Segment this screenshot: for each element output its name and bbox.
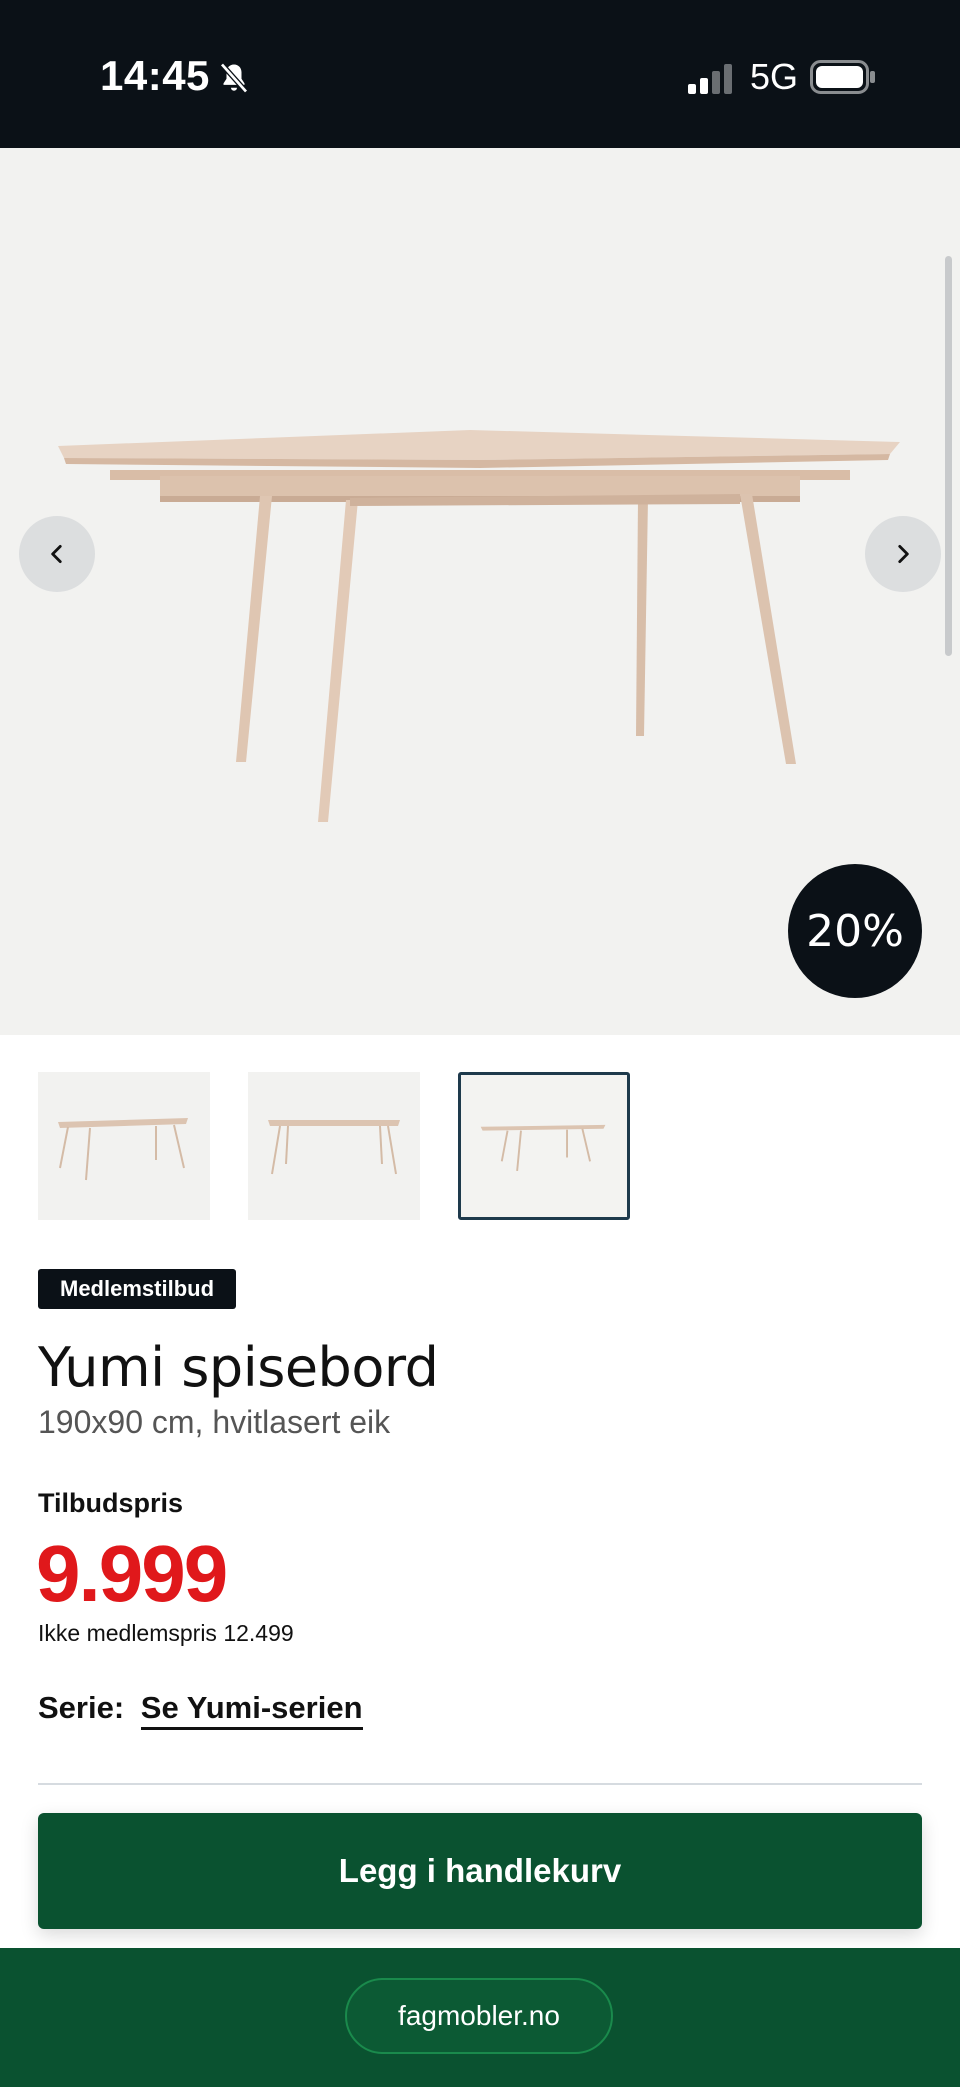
battery-icon: [810, 60, 875, 94]
series-label: Serie:: [38, 1690, 125, 1725]
browser-footer: fagmobler.no: [0, 1948, 960, 2087]
previous-image-button[interactable]: [19, 516, 95, 592]
network-label: 5G: [750, 56, 799, 97]
thumbnail-1[interactable]: [38, 1072, 210, 1220]
product-subtitle: 190x90 cm, hvitlasert eik: [38, 1404, 391, 1440]
thumbnail-2[interactable]: [248, 1072, 420, 1220]
thumbnail-image: [58, 1118, 188, 1181]
offer-price: 9.999: [36, 1529, 228, 1618]
chevron-right-icon: [898, 545, 909, 563]
discount-badge: 20%: [788, 864, 922, 998]
price-label: Tilbudspris: [38, 1488, 184, 1518]
product-title: Yumi spisebord: [38, 1336, 439, 1399]
product-image: [58, 430, 900, 822]
thumbnail-image: [480, 1124, 606, 1172]
add-to-cart-button[interactable]: Legg i handlekurv: [38, 1813, 922, 1929]
regular-price: Ikke medlemspris 12.499: [38, 1620, 294, 1646]
divider: [38, 1783, 922, 1785]
thumbnail-3[interactable]: [458, 1072, 630, 1220]
product-image-gallery[interactable]: 20%: [0, 148, 960, 1035]
series-row: Serie: Se Yumi-serien: [38, 1690, 363, 1730]
thumbnail-image: [268, 1120, 400, 1175]
status-bar: 14:45 5G: [0, 0, 960, 148]
member-offer-badge: Medlemstilbud: [38, 1269, 237, 1309]
url-bar[interactable]: fagmobler.no: [345, 1978, 613, 2054]
signal-icon: [688, 64, 732, 94]
status-time: 14:45: [100, 52, 210, 99]
next-image-button[interactable]: [865, 516, 941, 592]
bell-slash-icon: [220, 62, 248, 94]
scrollbar-thumb[interactable]: [945, 256, 952, 656]
thumbnail-strip: [38, 1072, 938, 1220]
series-link[interactable]: Se Yumi-serien: [140, 1690, 363, 1730]
chevron-left-icon: [51, 545, 62, 563]
